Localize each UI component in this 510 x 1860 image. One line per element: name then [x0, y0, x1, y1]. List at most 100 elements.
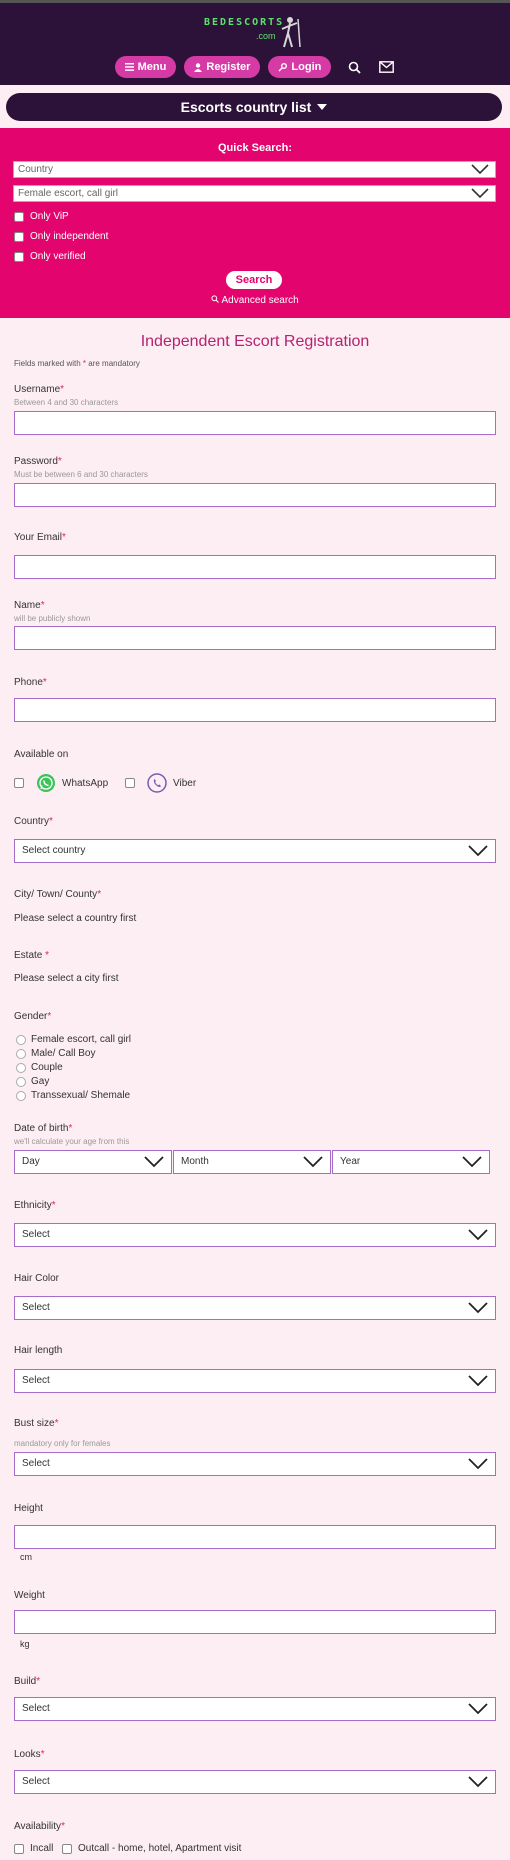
register-button[interactable]: Register [184, 56, 261, 78]
login-button[interactable]: Login [268, 56, 332, 78]
radio-button[interactable] [16, 1034, 26, 1045]
dob-month-value: Month [181, 1156, 209, 1167]
gender-option[interactable]: Couple [16, 1062, 63, 1073]
gender-option-label: Couple [31, 1062, 63, 1073]
ethnicity-select[interactable]: Select [14, 1223, 496, 1247]
dob-day-select[interactable]: Day [14, 1150, 172, 1174]
whatsapp-checkbox[interactable] [14, 778, 24, 788]
chevron-down-icon [468, 1703, 488, 1715]
bust-size-label-text: Bust size [14, 1418, 55, 1429]
advanced-search-link[interactable]: Advanced search [0, 295, 510, 306]
caret-down-icon [317, 104, 328, 110]
chevron-down-icon [468, 1229, 488, 1241]
escorts-country-list-button[interactable]: Escorts country list [6, 93, 502, 121]
weight-label: Weight [14, 1590, 45, 1601]
bust-size-select[interactable]: Select [14, 1452, 496, 1476]
mail-icon[interactable] [377, 58, 395, 76]
incall-option[interactable]: Incall [14, 1843, 53, 1854]
checkbox-box[interactable] [14, 211, 24, 222]
note-post: are mandatory [86, 359, 140, 368]
search-icon [211, 295, 220, 303]
radio-button[interactable] [16, 1062, 26, 1073]
checkbox-box[interactable] [14, 231, 24, 242]
radio-button[interactable] [16, 1090, 26, 1101]
incall-label: Incall [30, 1843, 54, 1854]
dob-month-select[interactable]: Month [173, 1150, 331, 1174]
country-select-value: Select country [22, 845, 86, 856]
gender-option-label: Gay [31, 1076, 50, 1087]
only-independent-checkbox[interactable]: Only independent [14, 231, 108, 242]
country-select[interactable]: Select country [14, 839, 496, 863]
password-label-text: Password [14, 456, 58, 467]
radio-button[interactable] [16, 1076, 26, 1087]
username-input[interactable] [14, 411, 496, 435]
quick-type-value: Female escort, call girl [18, 188, 119, 199]
phone-label-text: Phone [14, 677, 43, 688]
phone-input[interactable] [14, 698, 496, 722]
quick-search-button[interactable]: Search [226, 271, 282, 289]
country-label: Country* [14, 816, 53, 827]
outcall-checkbox[interactable] [62, 1843, 72, 1854]
city-label: City/ Town/ County* [14, 889, 101, 900]
required-star: * [97, 889, 102, 900]
estate-label: Estate * [14, 950, 49, 961]
dob-day-value: Day [22, 1156, 40, 1167]
available-on-label: Available on [14, 749, 69, 760]
gender-option[interactable]: Male/ Call Boy [16, 1048, 95, 1059]
whatsapp-option[interactable]: WhatsApp [14, 773, 108, 793]
viber-checkbox[interactable] [125, 778, 135, 788]
bust-size-hint: mandatory only for females [14, 1439, 111, 1448]
height-unit: cm [20, 1552, 32, 1562]
hair-color-value: Select [22, 1302, 50, 1313]
only-vip-checkbox[interactable]: Only ViP [14, 211, 69, 222]
viber-label: Viber [173, 777, 197, 789]
hair-color-label: Hair Color [14, 1273, 60, 1284]
whatsapp-icon [37, 774, 55, 792]
height-input[interactable] [14, 1525, 496, 1549]
dob-label-text: Date of birth [14, 1123, 69, 1134]
bust-size-label: Bust size* [14, 1418, 58, 1429]
build-select[interactable]: Select [14, 1697, 496, 1721]
phone-label: Phone* [14, 677, 47, 688]
availability-label: Availability* [14, 1821, 65, 1832]
search-icon[interactable] [345, 58, 363, 76]
looks-select[interactable]: Select [14, 1770, 496, 1794]
only-verified-checkbox[interactable]: Only verified [14, 251, 86, 262]
outcall-option[interactable]: Outcall - home, hotel, Apartment visit [62, 1843, 241, 1854]
mandatory-note: Fields marked with * are mandatory [14, 359, 140, 368]
checkbox-box[interactable] [14, 251, 24, 262]
gender-label: Gender* [14, 1011, 51, 1022]
hair-length-select[interactable]: Select [14, 1369, 496, 1393]
ethnicity-label-text: Ethnicity [14, 1200, 52, 1211]
dob-year-select[interactable]: Year [332, 1150, 490, 1174]
build-label: Build* [14, 1676, 40, 1687]
menu-button[interactable]: Menu [114, 56, 177, 78]
main-nav: Menu Register Login [0, 56, 510, 78]
incall-checkbox[interactable] [14, 1843, 24, 1854]
quick-type-select[interactable]: Female escort, call girl [13, 185, 496, 202]
email-input[interactable] [14, 555, 496, 579]
height-label: Height [14, 1503, 43, 1514]
radio-button[interactable] [16, 1048, 26, 1059]
chevron-down-icon [471, 188, 489, 199]
country-label-text: Country [14, 816, 50, 827]
ethnicity-value: Select [22, 1229, 50, 1240]
gender-option[interactable]: Transsexual/ Shemale [16, 1090, 130, 1101]
hair-color-select[interactable]: Select [14, 1296, 496, 1320]
chevron-down-icon [462, 1156, 482, 1168]
quick-country-select[interactable]: Country [13, 161, 496, 178]
viber-option[interactable]: Viber [125, 773, 196, 793]
gender-option[interactable]: Gay [16, 1076, 49, 1087]
site-logo[interactable]: BEDESCORTS .com [204, 13, 304, 49]
weight-input[interactable] [14, 1610, 496, 1634]
password-hint: Must be between 6 and 30 characters [14, 470, 148, 479]
password-input[interactable] [14, 483, 496, 507]
gender-option-label: Transsexual/ Shemale [31, 1090, 131, 1101]
name-input[interactable] [14, 626, 496, 650]
dob-hint: we'll calculate your age from this [14, 1137, 130, 1146]
build-value: Select [22, 1703, 50, 1714]
country-bar-label: Escorts country list [180, 99, 312, 115]
required-star: * [40, 1749, 45, 1760]
required-star: * [36, 1676, 41, 1687]
gender-option[interactable]: Female escort, call girl [16, 1034, 131, 1045]
